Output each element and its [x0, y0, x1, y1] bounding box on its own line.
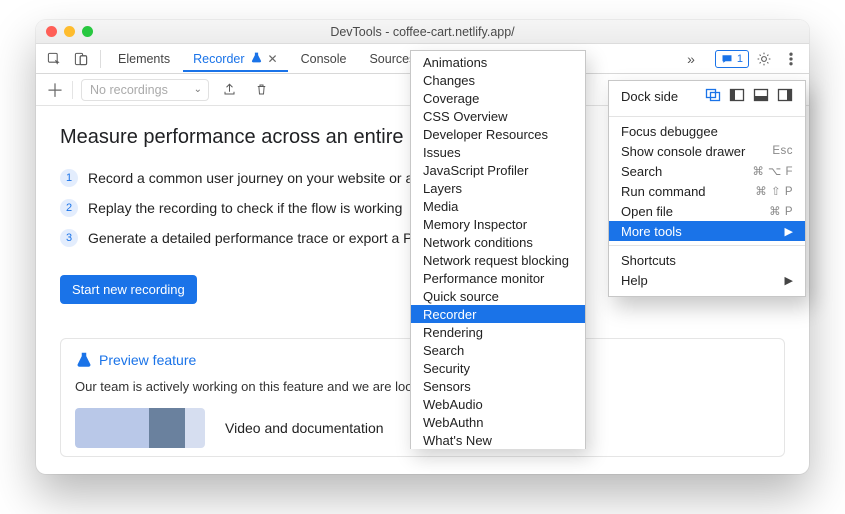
- more-tools-item[interactable]: Changes: [411, 71, 585, 89]
- window-zoom-button[interactable]: [82, 26, 93, 37]
- flask-icon: [75, 351, 93, 369]
- more-tools-item[interactable]: Security: [411, 359, 585, 377]
- menu-search[interactable]: Search⌘ ⌥ F: [609, 161, 805, 181]
- step-number: 2: [60, 199, 78, 217]
- window-minimize-button[interactable]: [64, 26, 75, 37]
- window-title: DevTools - coffee-cart.netlify.app/: [36, 25, 809, 39]
- dock-undock-icon[interactable]: [705, 87, 721, 106]
- step-number: 3: [60, 229, 78, 247]
- more-tools-item[interactable]: Search: [411, 341, 585, 359]
- menu-help[interactable]: Help▶: [609, 270, 805, 290]
- chevron-down-icon: ⌄: [194, 84, 202, 95]
- more-tools-item[interactable]: Coverage: [411, 89, 585, 107]
- dock-right-icon[interactable]: [777, 87, 793, 106]
- more-tools-item[interactable]: Animations: [411, 53, 585, 71]
- more-tools-item[interactable]: JavaScript Profiler: [411, 161, 585, 179]
- menu-more-tools[interactable]: More tools▶: [609, 221, 805, 241]
- tab-console[interactable]: Console: [291, 46, 357, 71]
- more-tools-item[interactable]: Performance monitor: [411, 269, 585, 287]
- menu-show-console-drawer[interactable]: Show console drawerEsc: [609, 141, 805, 161]
- more-tools-item[interactable]: Rendering: [411, 323, 585, 341]
- window-controls: [36, 26, 93, 37]
- kebab-menu-icon[interactable]: [779, 47, 803, 71]
- divider: [609, 245, 805, 246]
- step-text: Replay the recording to check if the flo…: [88, 200, 402, 216]
- tab-elements[interactable]: Elements: [108, 46, 180, 71]
- main-menu: Dock side Focus debuggee Show console dr…: [608, 80, 806, 297]
- menu-open-file[interactable]: Open file⌘ P: [609, 201, 805, 221]
- more-tools-item[interactable]: WebAuthn: [411, 413, 585, 431]
- more-tools-item[interactable]: Developer Resources: [411, 125, 585, 143]
- step-text: Record a common user journey on your web…: [88, 170, 429, 186]
- recordings-dropdown[interactable]: No recordings ⌄: [81, 79, 209, 101]
- divider: [100, 50, 101, 68]
- more-tools-item[interactable]: Memory Inspector: [411, 215, 585, 233]
- more-tools-item[interactable]: What's New: [411, 431, 585, 449]
- more-tools-item[interactable]: Sensors: [411, 377, 585, 395]
- start-recording-button[interactable]: Start new recording: [60, 275, 197, 304]
- dock-bottom-icon[interactable]: [753, 87, 769, 106]
- inspect-element-icon[interactable]: [42, 47, 66, 71]
- submenu-arrow-icon: ▶: [785, 225, 793, 238]
- window-close-button[interactable]: [46, 26, 57, 37]
- more-tools-item[interactable]: Quick source: [411, 287, 585, 305]
- tab-recorder[interactable]: Recorder ✕: [183, 45, 287, 72]
- delete-icon[interactable]: [249, 78, 273, 102]
- step-number: 1: [60, 169, 78, 187]
- more-tools-submenu: AnimationsChangesCoverageCSS OverviewDev…: [410, 50, 586, 449]
- dock-side-label: Dock side: [621, 89, 678, 104]
- dock-side-row: Dock side: [609, 85, 805, 112]
- video-title: Video and documentation: [225, 420, 384, 436]
- menu-shortcuts[interactable]: Shortcuts: [609, 250, 805, 270]
- more-tools-item[interactable]: WebAudio: [411, 395, 585, 413]
- tab-label: Sources: [369, 52, 415, 66]
- add-recording-button[interactable]: ＋: [46, 77, 64, 103]
- more-tools-item[interactable]: Network conditions: [411, 233, 585, 251]
- close-icon[interactable]: ✕: [268, 52, 278, 66]
- divider: [72, 81, 73, 99]
- more-tools-item[interactable]: Issues: [411, 143, 585, 161]
- badge-count: 1: [737, 53, 743, 65]
- title-bar: DevTools - coffee-cart.netlify.app/: [36, 20, 809, 44]
- settings-icon[interactable]: [752, 47, 776, 71]
- dock-left-icon[interactable]: [729, 87, 745, 106]
- more-tools-item[interactable]: Layers: [411, 179, 585, 197]
- more-tools-item[interactable]: Network request blocking: [411, 251, 585, 269]
- submenu-arrow-icon: ▶: [785, 274, 793, 287]
- tab-label: Elements: [118, 52, 170, 66]
- flask-icon: [250, 51, 263, 67]
- more-tools-item[interactable]: Media: [411, 197, 585, 215]
- more-tools-item[interactable]: Recorder: [411, 305, 585, 323]
- export-icon[interactable]: [217, 78, 241, 102]
- dropdown-placeholder: No recordings: [90, 83, 168, 97]
- preview-title: Preview feature: [99, 352, 196, 368]
- tab-label: Recorder: [193, 52, 244, 66]
- menu-focus-debuggee[interactable]: Focus debuggee: [609, 121, 805, 141]
- video-thumbnail: [75, 408, 205, 448]
- more-tools-item[interactable]: CSS Overview: [411, 107, 585, 125]
- issues-badge[interactable]: 1: [715, 50, 749, 68]
- tab-label: Console: [301, 52, 347, 66]
- more-tabs-button[interactable]: »: [683, 51, 699, 67]
- menu-run-command[interactable]: Run command⌘ ⇧ P: [609, 181, 805, 201]
- divider: [609, 116, 805, 117]
- device-toggle-icon[interactable]: [69, 47, 93, 71]
